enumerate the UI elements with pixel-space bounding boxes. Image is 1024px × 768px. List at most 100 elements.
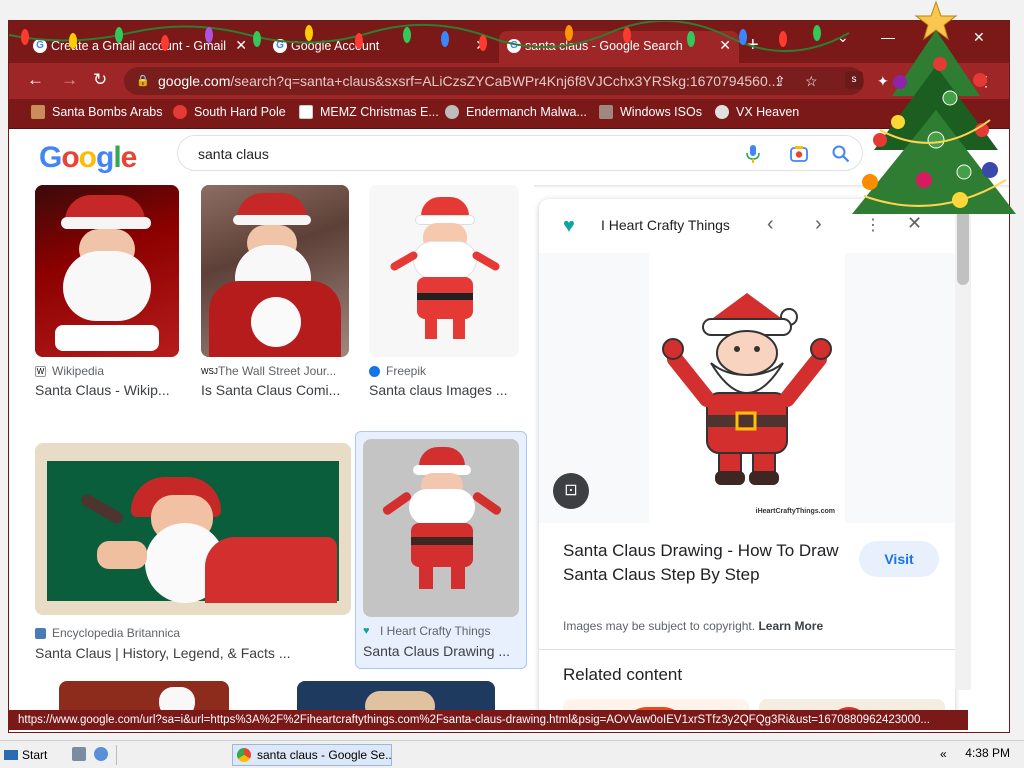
tab-close-icon[interactable]: ✕ [235,37,247,54]
santa-illustration-image[interactable] [369,185,519,357]
result-source: W Wikipedia [35,364,104,378]
google-favicon-icon: G [507,39,521,53]
search-box[interactable]: santa claus [177,135,863,171]
quick-launch-spacer [116,745,226,765]
bookmark-label: South Hard Pole [194,105,286,119]
search-input[interactable]: santa claus [198,136,269,172]
santa-photo-image[interactable] [201,185,349,357]
previous-icon[interactable]: ‹ [767,213,774,236]
address-bar[interactable]: 🔒 google.com/search?q=santa+claus&sxsrf=… [124,67,864,95]
google-lens-icon[interactable]: ⊡ [553,473,589,509]
result-source: Freepik [369,364,426,378]
visit-button[interactable]: Visit [859,541,939,577]
url-host: google.com [158,73,231,89]
source-label: Freepik [386,364,427,378]
christmas-tree-decoration [852,0,1016,214]
image-results-grid: W Wikipedia Santa Claus - Wikip... WSJ T… [9,185,534,710]
bookmark-item[interactable]: Santa Bombs Arabs [31,105,162,119]
bookmark-item[interactable]: Endermanch Malwa... [445,105,587,119]
result-card-partial[interactable] [269,677,499,710]
tray-expand-icon[interactable]: « [940,747,947,761]
santa-drawing-illustration [662,293,832,485]
wikipedia-icon: W [35,365,46,377]
tab-close-icon[interactable]: ✕ [475,37,487,54]
result-title[interactable]: Santa claus Images ... [369,382,515,398]
bookmark-label: MEMZ Christmas E... [320,105,439,119]
task-label: santa claus - Google Se... [257,748,392,762]
windows-start-icon [4,750,18,760]
divider [539,649,955,650]
tab-title: Google Account [291,39,380,53]
vertical-scrollbar[interactable] [955,165,971,690]
bookmark-item[interactable]: South Hard Pole [173,105,286,119]
result-card-partial[interactable] [35,677,251,710]
coca-cola-santa-image[interactable] [35,443,351,615]
tab-google-account[interactable]: G Google Account ✕ [265,31,495,61]
bookmark-item[interactable]: VX Heaven [715,105,799,119]
result-title[interactable]: Is Santa Claus Comi... [201,382,351,398]
snowflake-bookmark-icon [173,105,187,119]
freepik-icon [369,365,380,377]
wsj-icon: WSJ [201,366,218,376]
forward-button[interactable]: → [61,71,78,89]
new-tab-button[interactable]: + [747,35,759,55]
result-title[interactable]: Santa Claus - Wikip... [35,382,181,398]
tab-gmail[interactable]: G Create a Gmail account - Gmail ✕ [25,31,255,61]
google-logo[interactable]: Google [39,141,137,175]
google-favicon-icon: G [273,39,287,53]
windows-bookmark-icon [599,105,613,119]
panel-site-name[interactable]: I Heart Crafty Things [601,217,730,233]
result-title[interactable]: Santa Claus | History, Legend, & Facts .… [35,645,351,661]
url-path: /search?q=santa+claus&sxsrf=ALiCzsZYCaBW… [230,73,780,89]
result-card-britannica[interactable]: Encyclopedia Britannica Santa Claus | Hi… [35,443,353,665]
copyright-text: Images may be subject to copyright. [563,619,756,633]
santa-photo-image[interactable] [59,681,229,710]
taskbar: Start santa claus - Google Se... « 4:38 … [0,740,1024,768]
tab-close-icon[interactable]: ✕ [719,37,731,54]
bookmark-item[interactable]: MEMZ Christmas E... [299,105,439,119]
bookmark-item[interactable]: Windows ISOs [599,105,702,119]
bookmark-star-icon[interactable]: ☆ [805,73,818,90]
source-label: The Wall Street Jour... [218,364,337,378]
bookmark-label: Endermanch Malwa... [466,105,587,119]
source-label: Encyclopedia Britannica [52,626,181,640]
source-label: Wikipedia [52,364,105,378]
preview-image-area: iHeartCraftyThings.com ⊡ [539,253,955,523]
bookmark-label: Santa Bombs Arabs [52,105,163,119]
taskbar-item-chrome[interactable]: santa claus - Google Se... [232,744,392,766]
panel-title[interactable]: Santa Claus Drawing - How To Draw Santa … [563,539,853,587]
santa-photo-image[interactable] [297,681,495,710]
show-desktop-icon[interactable] [72,747,86,761]
chrome-icon [237,748,251,762]
next-icon[interactable]: › [815,213,822,236]
result-title[interactable]: Santa Claus Drawing ... [363,643,515,659]
reload-button[interactable]: ↻ [93,71,107,89]
tab-title: santa claus - Google Search [525,39,683,53]
result-card-freepik[interactable]: Freepik Santa claus Images ... [369,185,519,398]
result-card-iheartcrafty-selected[interactable]: ♥ I Heart Crafty Things Santa Claus Draw… [355,431,527,669]
result-source: Encyclopedia Britannica [35,626,180,640]
result-source: ♥ I Heart Crafty Things [363,624,490,638]
result-card-wikipedia[interactable]: W Wikipedia Santa Claus - Wikip... [35,185,181,398]
start-button[interactable]: Start [4,745,47,765]
system-clock: 4:38 PM [965,746,1010,760]
microphone-icon[interactable] [746,145,760,163]
santa-photo-image[interactable] [35,185,179,357]
source-label: I Heart Crafty Things [380,624,491,638]
internet-explorer-icon[interactable] [94,747,108,761]
santa-drawing-thumbnail[interactable] [363,439,519,617]
tab-title: Create a Gmail account - Gmail [51,39,227,53]
camera-lens-icon[interactable] [790,145,808,163]
page-bookmark-icon [299,105,313,119]
google-favicon-icon: G [33,39,47,53]
related-content-heading: Related content [563,665,683,684]
bookmark-label: VX Heaven [736,105,800,119]
share-icon[interactable]: ⇪ [774,73,786,90]
heart-icon: ♥ [363,624,370,637]
back-button[interactable]: ← [27,71,44,89]
santa-drawing-preview[interactable]: iHeartCraftyThings.com [649,253,845,523]
copyright-notice: Images may be subject to copyright. Lear… [563,619,823,633]
britannica-icon [35,627,46,639]
learn-more-link[interactable]: Learn More [758,619,823,633]
result-card-wsj[interactable]: WSJ The Wall Street Jour... Is Santa Cla… [201,185,351,398]
